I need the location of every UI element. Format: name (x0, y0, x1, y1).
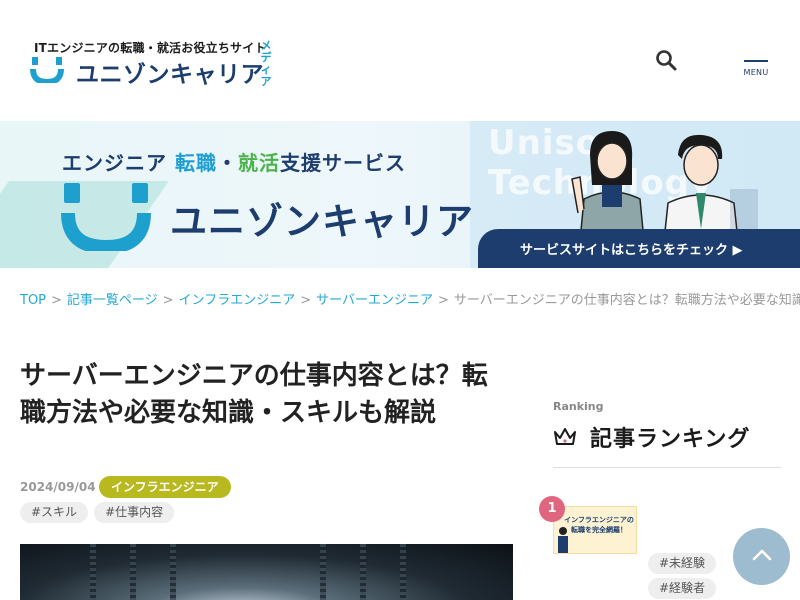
tag-inexperienced[interactable]: #未経験 (648, 553, 717, 574)
ranking-thumbnail-text: インフラエンジニアの転職を完全網羅！ (564, 516, 634, 534)
ranking-label-en: Ranking (553, 400, 604, 413)
ranking-thumbnail[interactable]: インフラエンジニアの転職を完全網羅！ (553, 506, 637, 554)
post-date: 2024/09/04 (20, 480, 96, 494)
ranking-item-tags: #未経験 #経験者 (648, 553, 717, 599)
crown-icon (554, 428, 576, 445)
breadcrumb-link-articles[interactable]: 記事一覧ページ (67, 293, 158, 308)
logo-media-label: メディア (260, 39, 272, 88)
banner-headline: エンジニア 転職・就活支援サービス (62, 151, 406, 175)
menu-label: MENU (743, 68, 769, 77)
search-icon (656, 50, 677, 71)
chevron-up-icon (752, 549, 772, 561)
breadcrumb: TOP > 記事一覧ページ > インフラエンジニア > サーバーエンジニア > サーバーエンジニ… (20, 289, 800, 309)
logo-mark-icon[interactable] (30, 57, 64, 83)
category-badge[interactable]: インフラエンジニア (99, 476, 231, 498)
breadcrumb-link-top[interactable]: TOP (20, 293, 46, 308)
search-button[interactable] (654, 48, 678, 72)
article-tags: #スキル #仕事内容 (20, 502, 175, 523)
site-header: ITエンジニアの転職・就活お役立ちサイト ユニゾンキャリア メディア MENU (0, 0, 800, 118)
hamburger-icon (744, 60, 768, 62)
ranking-divider (553, 467, 781, 468)
banner-logo-name: ユニゾンキャリア (170, 200, 474, 243)
logo-tagline[interactable]: ITエンジニアの転職・就活お役立ちサイト (34, 39, 267, 56)
ranking-title: 記事ランキング (590, 427, 751, 452)
banner-people-illustration-icon (571, 131, 758, 241)
tag-experienced[interactable]: #経験者 (648, 578, 717, 599)
tag-skill[interactable]: #スキル (20, 502, 89, 523)
logo-name[interactable]: ユニゾンキャリア (76, 55, 264, 89)
article-title: サーバーエンジニアの仕事内容とは？転職方法や必要な知識・スキルも解説 (20, 361, 488, 428)
rank-number-badge: 1 (539, 496, 565, 522)
breadcrumb-current: サーバーエンジニアの仕事内容とは？転職方法や必要な知識・スキルも解説 (453, 293, 800, 308)
service-banner[interactable]: Unison Technology エンジニア 転職・就活支援サービス ユニゾン… (0, 121, 800, 268)
tag-job-content[interactable]: #仕事内容 (94, 502, 175, 523)
article-hero-image (20, 544, 513, 600)
menu-button[interactable]: MENU (740, 56, 772, 82)
banner-cta-button[interactable]: サービスサイトはこちらをチェック ▶ (478, 229, 800, 268)
back-to-top-button[interactable] (733, 528, 790, 585)
breadcrumb-link-server[interactable]: サーバーエンジニア (316, 293, 433, 308)
banner-logo-icon (61, 183, 151, 251)
breadcrumb-link-infra[interactable]: インフラエンジニア (179, 293, 296, 308)
